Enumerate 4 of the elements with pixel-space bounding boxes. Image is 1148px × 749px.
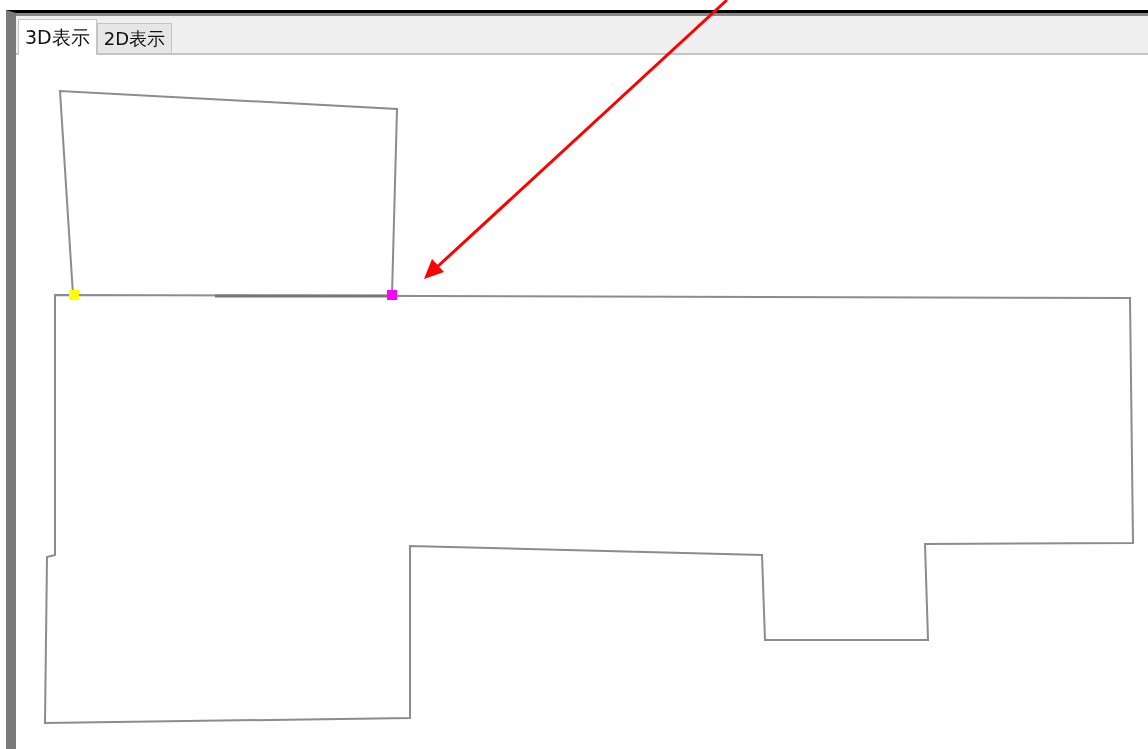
view-tab[interactable]: 3D表示: [18, 19, 97, 55]
vertex-marker[interactable]: [387, 290, 397, 300]
vertex-marker[interactable]: [69, 290, 79, 300]
view-tab[interactable]: 2D表示: [96, 23, 173, 53]
